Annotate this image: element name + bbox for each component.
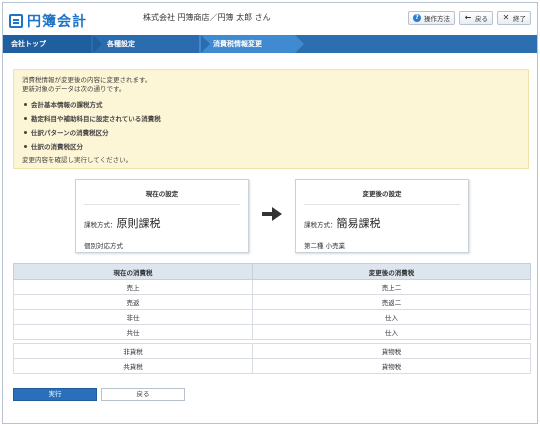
table-row: 非貨税 貨物税 [12,343,531,359]
current-tax-cell: 売上 [12,279,254,295]
exit-button[interactable]: ✕ 終了 [497,11,531,25]
ledger-icon [9,14,23,28]
new-tax-cell: 貨物税 [252,343,531,359]
new-setting-title: 変更後の設定 [362,190,402,198]
help-button[interactable]: ? 操作方法 [408,11,455,25]
breadcrumb-label: 会社トップ [11,40,46,48]
breadcrumb-label: 各種設定 [107,40,135,48]
current-tax-cell: 売返 [12,294,254,310]
breadcrumb: 会社トップ 各種設定 消費税情報変更 [3,35,537,53]
app-window: 円簿会計 株式会社 円簿商店／円簿 太郎 さん ? 操作方法 ← 戻る ✕ 終了… [2,2,538,424]
close-icon: ✕ [502,13,510,22]
notice-footer: 変更内容を確認し実行してください。 [22,156,133,164]
new-tax-cell: 貨物税 [252,358,531,374]
help-button-label: 操作方法 [424,15,450,23]
back-arrow-icon: ← [464,13,472,22]
current-tax-cell: 非仕 [12,309,254,325]
execute-button[interactable]: 実行 [13,388,97,401]
notice-line-2: 更新対象のデータは次の通りです。 [22,85,126,93]
table-row: 共貨税 貨物税 [12,358,531,374]
notice-item: 仕訳パターンの消費税区分 [22,126,520,140]
header-buttons: ? 操作方法 ← 戻る ✕ 終了 [408,11,531,25]
table-row: 共仕 仕入 [12,324,531,340]
logo-text: 円簿会計 [27,14,87,30]
new-tax-method: 課税方式：簡易課税 [304,215,468,231]
company-user-label: 株式会社 円簿商店／円簿 太郎 さん [143,13,271,22]
table-row: 売上 売上二 [12,279,531,295]
breadcrumb-settings[interactable]: 各種設定 [91,35,210,53]
breadcrumb-company-top[interactable]: 会社トップ [3,35,102,53]
column-header-new: 変更後の消費税 [252,263,531,280]
current-method-value: 原則課税 [116,217,161,230]
help-icon: ? [413,14,421,22]
current-tax-cell: 共貨税 [12,358,254,374]
tax-mapping-table: 現在の消費税 変更後の消費税 売上 売上二 売返 売返二 非仕 仕入 共仕 仕入 非貨税… [12,263,531,374]
current-tax-cell: 非貨税 [12,343,254,359]
new-tax-cell: 売返二 [252,294,531,310]
notice-item: 仕訳の消費税区分 [22,140,520,154]
app-logo[interactable]: 円簿会計 [9,11,87,31]
notice-item: 会計基本情報の課税方式 [22,98,520,112]
notice-item: 勘定科目や補助科目に設定されている消費税 [22,112,520,126]
table-row: 非仕 仕入 [12,309,531,325]
top-bar: 円簿会計 株式会社 円簿商店／円簿 太郎 さん ? 操作方法 ← 戻る ✕ 終了 [3,3,537,33]
right-arrow-icon [262,207,282,221]
column-header-current: 現在の消費税 [12,263,254,280]
breadcrumb-current: 消費税情報変更 [199,35,304,53]
exit-button-label: 終了 [513,15,526,23]
back-header-button[interactable]: ← 戻る [459,11,493,25]
current-method-label: 課税方式： [84,221,117,229]
notice-line-1: 消費税情報が変更後の内容に変更されます。 [22,76,152,84]
new-method-detail: 第二種 小売業 [304,242,346,250]
current-tax-method: 課税方式：原則課税 [84,215,248,231]
new-tax-cell: 仕入 [252,324,531,340]
new-setting-card: 変更後の設定 課税方式：簡易課税 第二種 小売業 [295,179,469,253]
notice-list: 会計基本情報の課税方式 勘定科目や補助科目に設定されている消費税 仕訳パターンの… [22,98,520,154]
current-method-detail: 個別対応方式 [84,242,123,250]
breadcrumb-label: 消費税情報変更 [213,40,262,48]
current-tax-cell: 共仕 [12,324,254,340]
current-setting-title: 現在の設定 [145,190,179,198]
new-method-value: 簡易課税 [336,217,381,230]
back-button[interactable]: 戻る [101,388,185,401]
current-setting-card: 現在の設定 課税方式：原則課税 個別対応方式 [75,179,249,253]
notice-box: 消費税情報が変更後の内容に変更されます。 更新対象のデータは次の通りです。 会計… [13,69,529,169]
table-row: 売返 売返二 [12,294,531,310]
new-tax-cell: 仕入 [252,309,531,325]
new-tax-cell: 売上二 [252,279,531,295]
new-method-label: 課税方式： [304,221,337,229]
back-header-label: 戻る [475,15,488,23]
